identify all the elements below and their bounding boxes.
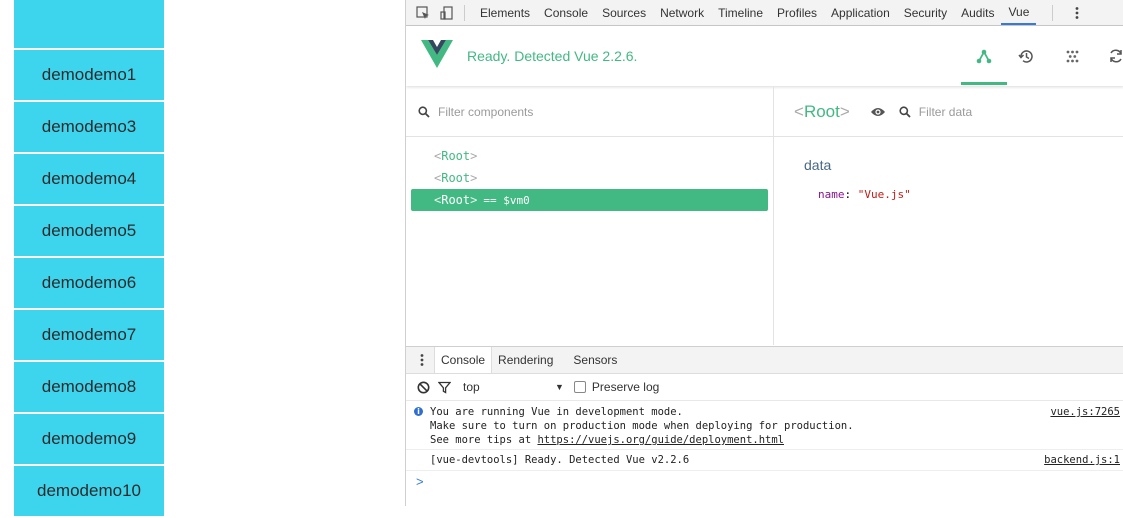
tab-profiles[interactable]: Profiles bbox=[770, 0, 824, 25]
tree-node-label: Root bbox=[441, 171, 471, 185]
vm-reference: == $vm0 bbox=[483, 193, 530, 207]
drawer-tab-bar: Console Rendering Sensors bbox=[406, 347, 1123, 374]
search-icon bbox=[899, 105, 911, 118]
preserve-log-checkbox[interactable] bbox=[573, 381, 586, 393]
preserve-log-label: Preserve log bbox=[591, 380, 660, 394]
tab-sources[interactable]: Sources bbox=[595, 0, 653, 25]
page-list: demodemo1 demodemo3 demodemo4 demodemo5 … bbox=[14, 0, 164, 518]
tree-node-label: Root bbox=[441, 149, 471, 163]
console-prompt[interactable]: > bbox=[406, 471, 1123, 489]
console-toolbar: top ▼ Preserve log bbox=[406, 374, 1123, 401]
tab-console[interactable]: Console bbox=[537, 0, 595, 25]
vue-status: Ready. Detected Vue 2.2.6. bbox=[467, 48, 638, 64]
tab-network[interactable]: Network bbox=[653, 0, 711, 25]
tab-elements[interactable]: Elements bbox=[473, 0, 537, 25]
refresh-icon[interactable] bbox=[1104, 44, 1123, 68]
vue-devtools-header: Ready. Detected Vue 2.2.6. bbox=[406, 26, 1123, 86]
chevron-down-icon[interactable]: ▼ bbox=[555, 382, 564, 392]
list-item: demodemo10 bbox=[14, 466, 164, 518]
divider bbox=[1052, 4, 1054, 21]
data-inspector: <Root> Filter data data name: "Vue.js" bbox=[774, 87, 1123, 345]
history-icon[interactable] bbox=[1014, 44, 1038, 68]
list-item: demodemo5 bbox=[14, 206, 164, 258]
tree-node[interactable]: < Root > bbox=[406, 145, 773, 167]
console-drawer: Console Rendering Sensors top ▼ Preserve… bbox=[406, 346, 1123, 506]
tab-audits[interactable]: Audits bbox=[954, 0, 1001, 25]
components-icon[interactable] bbox=[972, 44, 996, 68]
inspector-header: <Root> Filter data bbox=[774, 87, 1123, 137]
more-options-icon[interactable] bbox=[1075, 6, 1079, 20]
tree-node[interactable]: < Root > bbox=[406, 167, 773, 189]
drawer-tab-sensors[interactable]: Sensors bbox=[567, 347, 623, 373]
drawer-tab-rendering[interactable]: Rendering bbox=[492, 347, 559, 373]
source-link[interactable]: vue.js:7265 bbox=[1050, 405, 1120, 419]
property-value: "Vue.js" bbox=[857, 188, 911, 201]
eye-icon[interactable] bbox=[870, 106, 886, 118]
context-select[interactable]: top bbox=[463, 380, 555, 394]
console-message: i You are running Vue in development mod… bbox=[406, 401, 1123, 450]
list-item: demodemo3 bbox=[14, 102, 164, 154]
active-tool-indicator bbox=[961, 82, 1007, 85]
property-key: name bbox=[818, 188, 845, 201]
devtools-panel: Elements Console Sources Network Timelin… bbox=[405, 0, 1123, 506]
list-item: demodemo6 bbox=[14, 258, 164, 310]
list-item: demodemo4 bbox=[14, 154, 164, 206]
deployment-link[interactable]: https://vuejs.org/guide/deployment.html bbox=[537, 434, 784, 446]
source-link[interactable]: backend.js:1 bbox=[1044, 453, 1120, 467]
component-tree: < Root > < Root > < Root > == $vm0 bbox=[406, 137, 773, 211]
clear-console-icon[interactable] bbox=[417, 381, 430, 394]
data-section: data name: "Vue.js" bbox=[774, 137, 1123, 201]
list-item: demodemo9 bbox=[14, 414, 164, 466]
list-item: demodemo8 bbox=[14, 362, 164, 414]
vuex-icon[interactable] bbox=[1060, 44, 1084, 68]
components-pane: Filter components < Root > < Root > < Root > =… bbox=[406, 87, 774, 345]
search-icon bbox=[418, 105, 430, 118]
list-item bbox=[14, 0, 164, 50]
device-toolbar-icon[interactable] bbox=[440, 5, 454, 20]
drawer-tab-console[interactable]: Console bbox=[434, 347, 493, 373]
data-property[interactable]: name: "Vue.js" bbox=[818, 188, 1123, 201]
tree-node-label: Root bbox=[441, 193, 471, 207]
data-section-heading: data bbox=[804, 157, 832, 173]
info-icon: i bbox=[414, 407, 423, 416]
inspector-title: <Root> bbox=[794, 101, 850, 121]
list-item: demodemo7 bbox=[14, 310, 164, 362]
tab-timeline[interactable]: Timeline bbox=[711, 0, 770, 25]
tab-application[interactable]: Application bbox=[824, 0, 897, 25]
list-item: demodemo1 bbox=[14, 50, 164, 102]
divider bbox=[464, 4, 465, 21]
filter-data-input[interactable]: Filter data bbox=[919, 105, 972, 119]
devtools-tab-bar: Elements Console Sources Network Timelin… bbox=[406, 0, 1123, 26]
filter-components-bar[interactable]: Filter components bbox=[406, 87, 773, 137]
tab-vue[interactable]: Vue bbox=[1001, 0, 1037, 25]
inspect-element-icon[interactable] bbox=[416, 5, 430, 20]
tab-security[interactable]: Security bbox=[897, 0, 954, 25]
filter-icon[interactable] bbox=[438, 381, 451, 394]
filter-components-input[interactable]: Filter components bbox=[438, 105, 533, 119]
console-message: [vue-devtools] Ready. Detected Vue v2.2.… bbox=[406, 450, 1123, 471]
vue-logo-icon bbox=[421, 40, 453, 73]
tree-node-selected[interactable]: < Root > == $vm0 bbox=[411, 189, 768, 211]
drawer-menu-icon[interactable] bbox=[420, 353, 424, 367]
